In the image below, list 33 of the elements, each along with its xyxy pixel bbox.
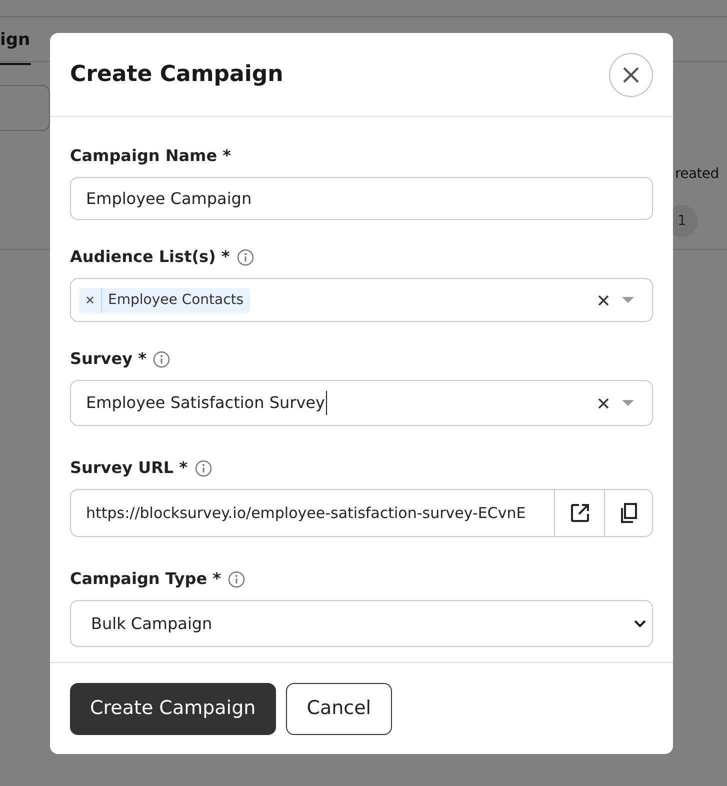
tab[interactable]: ign — [0, 28, 32, 64]
url-field[interactable]: https://blocksurvey.io/employee-satisfaction-survey-ECvnE — [70, 489, 653, 537]
external-link-icon — [570, 503, 590, 523]
dropdown-caret-icon[interactable] — [622, 400, 634, 406]
select-value: Bulk Campaign — [91, 612, 214, 634]
close-button[interactable] — [609, 52, 653, 96]
dropdown-caret-icon[interactable] — [622, 296, 634, 304]
create-button[interactable]: Create Campaign — [70, 682, 276, 734]
info-icon[interactable] — [228, 570, 246, 588]
dialog-title: Create Campaign — [70, 61, 284, 89]
clear-icon[interactable] — [598, 398, 609, 408]
tag-label: Employee Contacts — [107, 290, 245, 310]
column-header: reated — [675, 165, 719, 184]
combo-field[interactable]: Employee Satisfaction Survey — [70, 380, 653, 426]
field-label: Campaign Type * — [70, 568, 222, 590]
clear-icon[interactable] — [598, 294, 609, 306]
info-icon[interactable] — [236, 248, 254, 266]
chevron-down-icon — [634, 620, 646, 628]
info-icon[interactable] — [194, 460, 212, 476]
select-field[interactable]: Bulk Campaign — [70, 600, 653, 647]
close-icon — [622, 66, 640, 84]
field-label: Audience List(s) * — [70, 246, 230, 268]
cancel-button[interactable]: Cancel — [286, 682, 392, 734]
combo-value: Employee Satisfaction Survey — [86, 391, 327, 415]
input-field[interactable]: Employee Campaign — [70, 177, 653, 220]
remove-icon[interactable] — [86, 296, 94, 304]
url-text: https://blocksurvey.io/employee-satisfaction-survey-ECvnE — [86, 502, 526, 524]
field-label: Survey * — [70, 348, 146, 370]
info-icon[interactable] — [153, 350, 170, 368]
copy-icon — [620, 503, 638, 523]
multi-select-field[interactable]: Employee Contacts — [70, 278, 653, 322]
field-label: Survey URL * — [70, 457, 188, 479]
field-label: Campaign Name * — [70, 145, 232, 167]
